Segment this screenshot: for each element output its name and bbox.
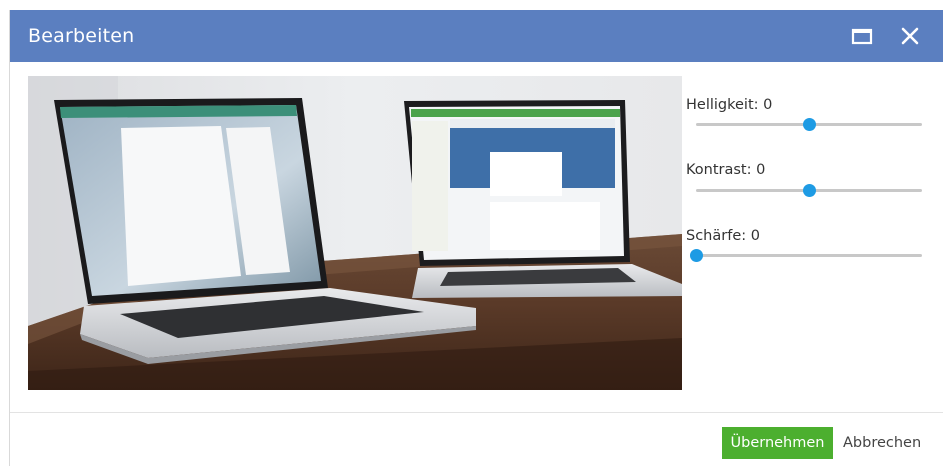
contrast-slider[interactable]: [696, 183, 922, 199]
brightness-label: Helligkeit: 0: [686, 97, 773, 113]
edit-dialog: Bearbeiten Helligkeit: 0 Kontrast: 0 Sch…: [9, 10, 943, 466]
sharpness-slider-thumb[interactable]: [690, 249, 703, 262]
sharpness-slider-track: [696, 254, 922, 257]
close-icon: [901, 27, 919, 45]
sharpness-label: Schärfe: 0: [686, 228, 760, 244]
dialog-footer: Übernehmen Abbrechen: [10, 412, 943, 466]
maximize-button[interactable]: [848, 22, 876, 50]
image-preview: [28, 76, 682, 390]
brightness-slider[interactable]: [696, 117, 922, 133]
apply-button[interactable]: Übernehmen: [722, 427, 833, 459]
laptops-photo: [28, 76, 682, 390]
dialog-body: Helligkeit: 0 Kontrast: 0 Schärfe: 0: [10, 62, 943, 412]
maximize-icon: [851, 28, 873, 45]
brightness-slider-thumb[interactable]: [803, 118, 816, 131]
dialog-title: Bearbeiten: [28, 25, 135, 47]
dialog-titlebar: Bearbeiten: [10, 10, 943, 62]
cancel-button[interactable]: Abbrechen: [843, 427, 939, 459]
contrast-slider-thumb[interactable]: [803, 184, 816, 197]
contrast-label: Kontrast: 0: [686, 162, 766, 178]
sharpness-slider[interactable]: [690, 248, 922, 264]
close-button[interactable]: [896, 22, 924, 50]
